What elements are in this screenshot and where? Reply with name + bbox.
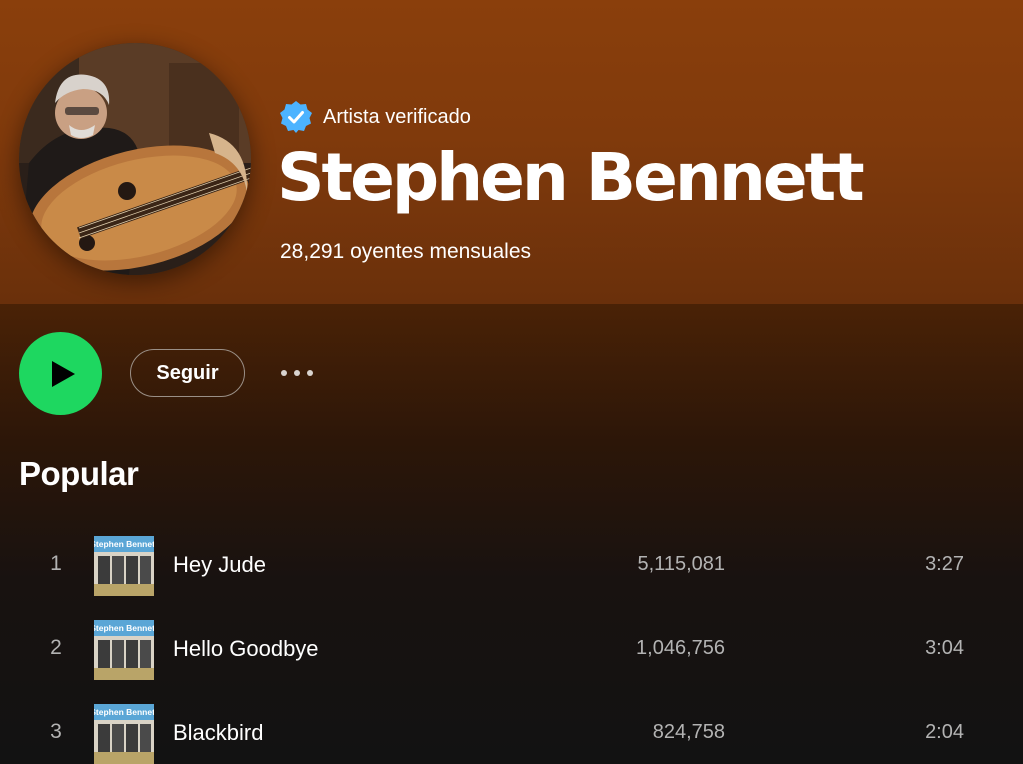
album-art: Stephen Bennett bbox=[94, 704, 154, 764]
album-art-caption: Stephen Bennett bbox=[94, 623, 154, 633]
more-options-icon bbox=[281, 370, 287, 376]
monthly-listeners: 28,291 oyentes mensuales bbox=[280, 240, 532, 263]
track-play-count: 1,046,756 bbox=[636, 637, 725, 659]
verified-label: Artista verificado bbox=[323, 105, 471, 128]
track-duration: 3:27 bbox=[925, 553, 964, 575]
album-art-caption: Stephen Bennett bbox=[94, 707, 154, 717]
artist-page: Artista verificado Stephen Bennett 28,29… bbox=[0, 0, 1023, 764]
follow-button[interactable]: Seguir bbox=[130, 349, 245, 397]
more-options-icon bbox=[307, 370, 313, 376]
artist-name: Stephen Bennett bbox=[277, 139, 865, 216]
track-number: 2 bbox=[50, 636, 62, 659]
more-options-icon bbox=[294, 370, 300, 376]
track-number: 3 bbox=[50, 720, 62, 743]
track-duration: 3:04 bbox=[925, 637, 964, 659]
track-title: Hey Jude bbox=[173, 552, 266, 577]
verified-row: Artista verificado bbox=[279, 100, 471, 134]
play-icon bbox=[51, 360, 75, 387]
more-options-button[interactable] bbox=[272, 360, 322, 386]
artist-header: Artista verificado Stephen Bennett 28,29… bbox=[0, 0, 1023, 304]
track-title: Hello Goodbye bbox=[173, 636, 319, 661]
track-duration: 2:04 bbox=[925, 721, 964, 743]
play-button[interactable] bbox=[19, 332, 102, 415]
track-row[interactable]: 1 Stephen Bennett Hey Jude 5,115,081 3:2… bbox=[0, 534, 1023, 598]
album-art: Stephen Bennett bbox=[94, 536, 154, 596]
album-art-caption: Stephen Bennett bbox=[94, 539, 154, 549]
album-art: Stephen Bennett bbox=[94, 620, 154, 680]
track-title: Blackbird bbox=[173, 720, 264, 745]
artist-avatar bbox=[19, 43, 251, 275]
track-row[interactable]: 3 Stephen Bennett Blackbird 824,758 2:04 bbox=[0, 702, 1023, 764]
track-number: 1 bbox=[50, 552, 62, 575]
track-play-count: 824,758 bbox=[652, 721, 725, 743]
track-play-count: 5,115,081 bbox=[637, 553, 726, 575]
section-title-popular: Popular bbox=[19, 455, 139, 492]
verified-badge-icon bbox=[279, 100, 313, 134]
track-row[interactable]: 2 Stephen Bennett Hello Goodbye 1,046,75… bbox=[0, 618, 1023, 682]
